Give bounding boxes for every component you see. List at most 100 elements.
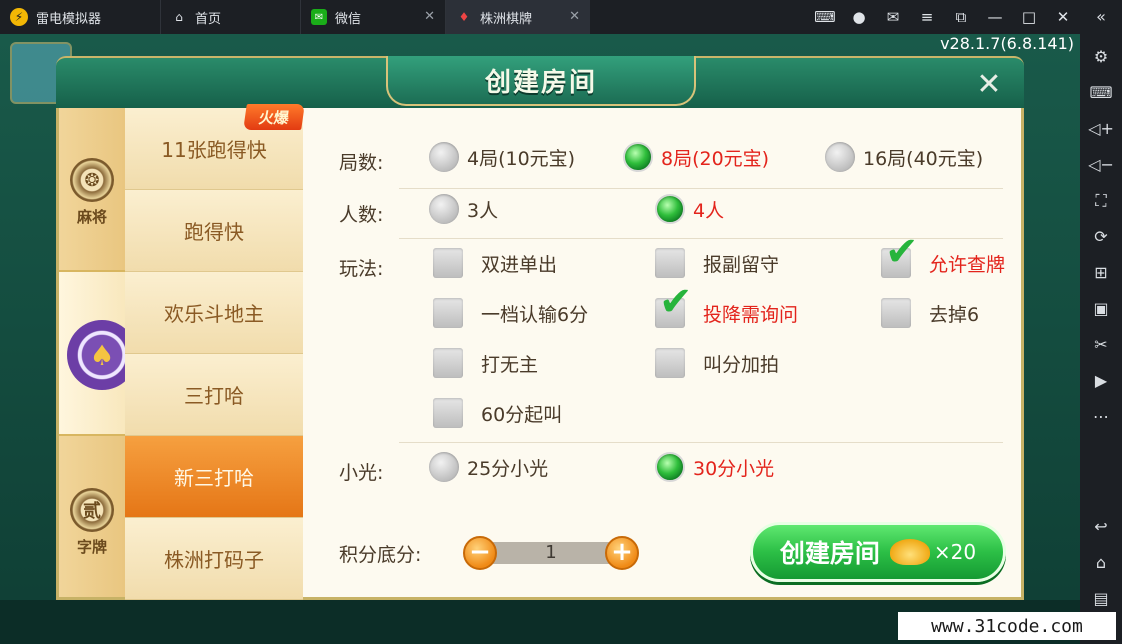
game-item-label: 株洲打码子 (164, 548, 264, 572)
option-label: 叫分加拍 (703, 353, 780, 376)
rotate-icon[interactable]: ⟳ (1086, 224, 1116, 250)
game-item-zhuzhou-damazi[interactable]: 株洲打码子 (125, 518, 303, 600)
dialog-header: 创建房间 ✕ (56, 56, 1024, 108)
user-icon[interactable]: ● (842, 8, 876, 26)
xiaoguang-label: 小光: (339, 462, 384, 484)
option-label: 30分小光 (693, 457, 775, 480)
tab-wechat[interactable]: ✉ 微信 ✕ (300, 0, 445, 34)
home-icon[interactable]: ⌂ (1086, 550, 1116, 576)
volume-down-icon[interactable]: ◁− (1086, 152, 1116, 178)
rule-jiaofen-jiapai[interactable]: 叫分加拍 (655, 348, 779, 378)
minus-icon[interactable]: − (463, 536, 497, 570)
score-value: 1 (489, 542, 613, 564)
back-icon[interactable]: ↩ (1086, 514, 1116, 540)
checkbox-icon (655, 348, 685, 378)
gamepad-icon[interactable]: ⌨ (808, 8, 842, 26)
window-controls: ⌨ ● ✉ ≡ ⧉ — □ ✕ (808, 0, 1080, 34)
score-stepper: 1 − + (463, 536, 639, 570)
rounds-option-4[interactable]: 4局(10元宝) (429, 142, 575, 172)
checkbox-icon (433, 398, 463, 428)
category-label: 麻将 (76, 208, 107, 226)
option-label: 4人 (693, 199, 725, 222)
add-window-icon[interactable]: ⊞ (1086, 260, 1116, 286)
menu-icon[interactable]: ≡ (910, 8, 944, 26)
minimize-icon[interactable]: — (978, 8, 1012, 26)
close-icon[interactable]: ✕ (1046, 8, 1080, 26)
game-item-label: 三打哈 (184, 384, 244, 408)
xiaoguang-option-30[interactable]: 30分小光 (655, 452, 774, 482)
rule-da-wuzhu[interactable]: 打无主 (433, 348, 538, 378)
version-label: v28.1.7(6.8.141) (940, 34, 1074, 53)
category-mahjong[interactable]: ❂ 麻将 (59, 158, 125, 227)
plus-icon[interactable]: + (605, 536, 639, 570)
category-zipai[interactable]: 贰 字牌 (59, 488, 125, 557)
game-item-paodekuai[interactable]: 跑得快 (125, 190, 303, 272)
tab-wechat-label: 微信 (335, 11, 362, 27)
screenshot-icon[interactable]: ⛶ (1086, 188, 1116, 214)
restore-icon[interactable]: ⧉ (944, 8, 978, 26)
xiaoguang-option-25[interactable]: 25分小光 (429, 452, 548, 482)
tab-game[interactable]: ♦ 株洲棋牌 ✕ (445, 0, 590, 34)
tab-home[interactable]: ⌂ 首页 (160, 0, 300, 34)
option-label: 16局(40元宝) (863, 147, 984, 170)
radio-icon (429, 142, 459, 172)
option-label: 去掉6 (929, 303, 980, 326)
game-item-sandaha[interactable]: 三打哈 (125, 354, 303, 436)
create-room-cost: ×20 (933, 540, 977, 564)
checkbox-icon (433, 248, 463, 278)
tab-close-icon[interactable]: ✕ (569, 9, 580, 24)
collapse-icon[interactable]: « (1086, 4, 1116, 30)
option-label: 允许查牌 (929, 253, 1006, 276)
dialog-title: 创建房间 (484, 67, 597, 98)
emulator-app: ⚡ 雷电模拟器 (0, 0, 160, 34)
emulator-sidebar: « ⚙ ⌨ ◁+ ◁− ⛶ ⟳ ⊞ ▣ ✂ ▶ ⋯ ↩ ⌂ ▤ (1080, 0, 1122, 644)
rule-baofu-liushou[interactable]: 报副留守 (655, 248, 779, 278)
checkbox-icon (881, 298, 911, 328)
mail-icon[interactable]: ✉ (876, 8, 910, 26)
radio-icon (825, 142, 855, 172)
maximize-icon[interactable]: □ (1012, 8, 1046, 26)
players-option-3[interactable]: 3人 (429, 194, 498, 224)
radio-icon (429, 452, 459, 482)
rounds-option-16[interactable]: 16局(40元宝) (825, 142, 983, 172)
checkbox-icon (433, 348, 463, 378)
option-label: 4局(10元宝) (467, 147, 576, 170)
apk-icon[interactable]: ▣ (1086, 296, 1116, 322)
rule-qudiao-6[interactable]: 去掉6 (881, 298, 979, 328)
option-label: 双进单出 (481, 253, 558, 276)
tab-close-icon[interactable]: ✕ (424, 9, 435, 24)
create-room-label: 创建房间 (779, 539, 880, 568)
volume-up-icon[interactable]: ◁+ (1086, 116, 1116, 142)
scissors-icon[interactable]: ✂ (1086, 332, 1116, 358)
tab-home-label: 首页 (195, 11, 222, 27)
tab-game-label: 株洲棋牌 (480, 11, 533, 27)
rule-yidang-renshu[interactable]: 一档认输6分 (433, 298, 588, 328)
video-icon[interactable]: ▶ (1086, 368, 1116, 394)
game-item-doudizhu[interactable]: 欢乐斗地主 (125, 272, 303, 354)
game-item-xin-sandaha[interactable]: 新三打哈 (125, 436, 303, 518)
category-label: 字牌 (76, 538, 107, 556)
rule-60fen-qijiao[interactable]: 60分起叫 (433, 398, 562, 428)
emulator-app-name: 雷电模拟器 (36, 11, 102, 27)
score-label: 积分底分: (339, 544, 422, 566)
radio-selected-icon (655, 194, 685, 224)
close-dialog-button[interactable]: ✕ (972, 68, 1006, 102)
game-item-label: 新三打哈 (174, 466, 254, 490)
create-room-button[interactable]: 创建房间 ×20 (750, 522, 1006, 582)
rule-yunxu-chapai[interactable]: ✔ 允许查牌 (881, 232, 1006, 278)
check-icon: ✔ (659, 279, 693, 325)
rule-shuangjin-danchu[interactable]: 双进单出 (433, 248, 557, 278)
gold-ingot-icon (889, 539, 930, 565)
checkbox-icon (655, 248, 685, 278)
rounds-label: 局数: (339, 152, 384, 174)
leidian-logo-icon: ⚡ (10, 8, 28, 26)
keyboard-icon[interactable]: ⌨ (1086, 80, 1116, 106)
settings-icon[interactable]: ⚙ (1086, 44, 1116, 70)
rounds-option-8[interactable]: 8局(20元宝) (623, 142, 769, 172)
rule-touxiang-xunwen[interactable]: ✔ 投降需询问 (655, 282, 798, 328)
option-label: 一档认输6分 (481, 303, 589, 326)
more-icon[interactable]: ⋯ (1086, 404, 1116, 430)
recent-icon[interactable]: ▤ (1086, 586, 1116, 612)
option-label: 打无主 (481, 353, 539, 376)
players-option-4[interactable]: 4人 (655, 194, 724, 224)
